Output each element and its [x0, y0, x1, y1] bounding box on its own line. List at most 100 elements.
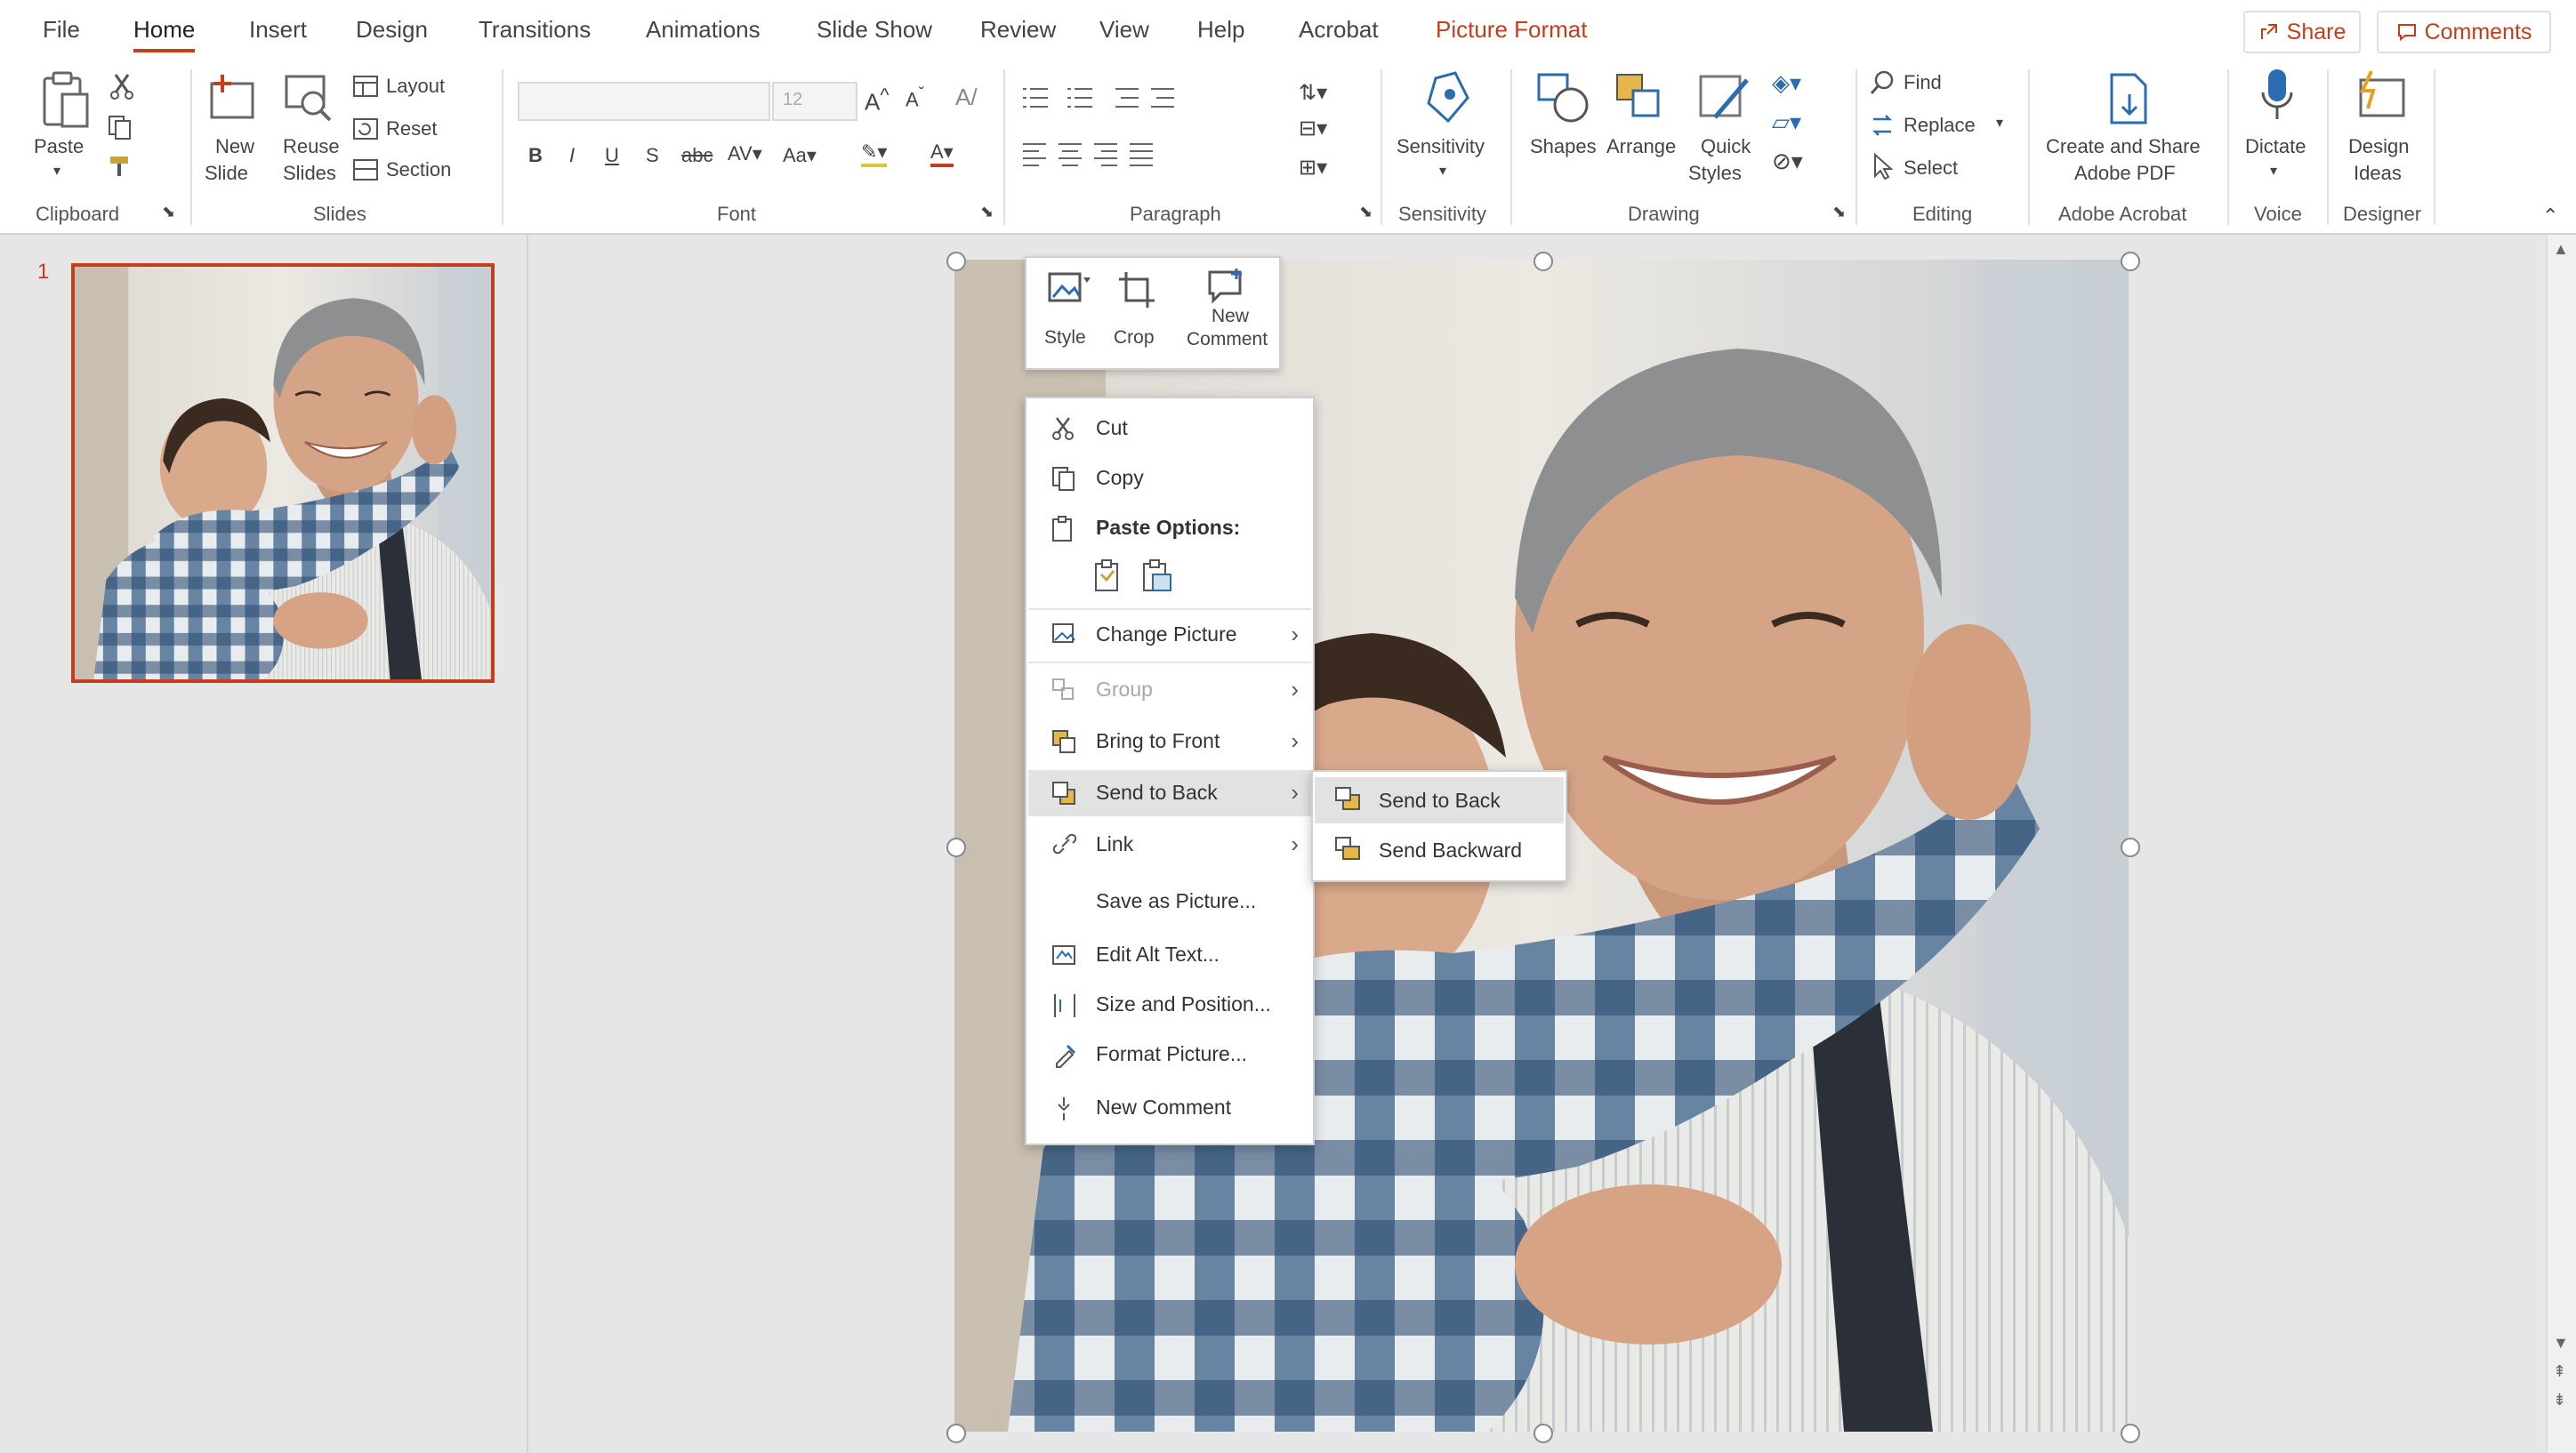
character-spacing-icon[interactable]: AV▾	[728, 142, 762, 165]
crop-button[interactable]: Crop	[1112, 270, 1169, 359]
drawing-launcher-icon[interactable]: ⬊	[1832, 203, 1846, 221]
format-painter-icon[interactable]	[107, 153, 135, 180]
menu-item-cut[interactable]: Cut	[1028, 405, 1311, 452]
strikethrough-icon[interactable]: abc	[681, 144, 712, 167]
scroll-up-icon[interactable]: ▲	[2553, 240, 2569, 259]
menu-item-change-picture[interactable]: Change Picture ›	[1028, 612, 1311, 658]
font-size-combobox[interactable]: 12	[772, 82, 857, 121]
increase-font-icon[interactable]: A^	[865, 84, 890, 116]
resize-handle-top-right[interactable]	[2121, 252, 2140, 271]
slide-thumbnail[interactable]	[71, 263, 495, 683]
resize-handle-left[interactable]	[946, 838, 966, 857]
microphone-icon[interactable]	[2258, 66, 2297, 126]
tab-file[interactable]: File	[43, 16, 80, 44]
ribbon-divider	[2434, 69, 2435, 225]
menu-item-send-to-back[interactable]: Send to Back ›	[1028, 770, 1311, 816]
menu-item-new-comment[interactable]: New Comment	[1028, 1085, 1311, 1131]
resize-handle-top-left[interactable]	[946, 252, 966, 271]
smartart-icon[interactable]: ⊞▾	[1299, 155, 1327, 181]
new-comment-button[interactable]: New Comment	[1179, 267, 1272, 359]
tab-help[interactable]: Help	[1197, 16, 1244, 44]
clear-formatting-icon[interactable]: A/	[955, 84, 978, 111]
menu-item-link[interactable]: Link ›	[1028, 822, 1311, 868]
align-text-icon[interactable]: ⊟▾	[1299, 116, 1327, 141]
bold-icon[interactable]: B	[528, 144, 543, 167]
reset-button[interactable]: Reset	[386, 117, 437, 140]
shadow-icon[interactable]: S	[646, 144, 659, 167]
design-ideas-icon[interactable]	[2352, 68, 2411, 123]
highlight-icon[interactable]: ✎▾	[861, 140, 888, 167]
submenu-item-send-backward[interactable]: Send Backward	[1315, 827, 1564, 873]
select-icon	[1874, 153, 1894, 180]
style-button[interactable]: Style	[1044, 270, 1101, 359]
italic-icon[interactable]: I	[569, 144, 575, 167]
comments-button[interactable]: Comments	[2377, 11, 2551, 53]
font-color-icon[interactable]: A▾	[930, 140, 954, 167]
tab-animations[interactable]: Animations	[646, 16, 761, 44]
shape-fill-icon[interactable]: ◈▾	[1772, 69, 1801, 97]
alignment-icons[interactable]	[1019, 140, 1171, 167]
quick-styles-icon[interactable]	[1697, 71, 1752, 126]
resize-handle-right[interactable]	[2121, 838, 2140, 857]
new-slide-icon[interactable]	[206, 71, 260, 124]
resize-handle-bottom-left[interactable]	[946, 1424, 966, 1443]
create-pdf-icon[interactable]	[2105, 71, 2153, 126]
share-button[interactable]: Share	[2243, 11, 2361, 53]
vertical-scrollbar[interactable]: ▲ ▼ ⇞ ⇟	[2546, 235, 2576, 1453]
tab-insert[interactable]: Insert	[249, 16, 307, 44]
submenu-item-send-to-back[interactable]: Send to Back	[1315, 777, 1564, 823]
dictate-dropdown-icon[interactable]: ▾	[2270, 158, 2277, 184]
sensitivity-dropdown-icon[interactable]: ▾	[1439, 158, 1446, 184]
layout-button[interactable]: Layout	[386, 75, 445, 98]
tab-design[interactable]: Design	[356, 16, 428, 44]
arrange-icon[interactable]	[1614, 71, 1665, 126]
tab-acrobat[interactable]: Acrobat	[1299, 16, 1379, 44]
list-controls-icon[interactable]	[1019, 82, 1197, 114]
decrease-font-icon[interactable]: Aˇ	[906, 84, 924, 111]
font-name-combobox[interactable]	[518, 82, 770, 121]
tab-transitions[interactable]: Transitions	[479, 16, 591, 44]
menu-item-format-picture[interactable]: Format Picture...	[1028, 1032, 1311, 1078]
menu-item-copy[interactable]: Copy	[1028, 455, 1311, 502]
shape-effects-icon[interactable]: ⊘▾	[1772, 148, 1803, 175]
next-slide-icon[interactable]: ⇟	[2553, 1391, 2566, 1409]
font-launcher-icon[interactable]: ⬊	[980, 203, 994, 221]
replace-dropdown-icon[interactable]: ▾	[1996, 114, 2003, 132]
tab-home[interactable]: Home	[133, 16, 196, 52]
menu-separator	[1028, 608, 1311, 610]
tab-slide-show[interactable]: Slide Show	[817, 16, 932, 44]
tab-view[interactable]: View	[1099, 16, 1149, 44]
previous-slide-icon[interactable]: ⇞	[2553, 1362, 2566, 1381]
tab-picture-format[interactable]: Picture Format	[1436, 16, 1588, 44]
menu-item-bring-to-front[interactable]: Bring to Front ›	[1028, 718, 1311, 765]
underline-icon[interactable]: U	[605, 144, 619, 167]
menu-item-save-as-picture[interactable]: Save as Picture...	[1028, 879, 1311, 925]
paste-icon[interactable]	[39, 71, 93, 132]
replace-button[interactable]: Replace	[1904, 114, 1976, 137]
resize-handle-top[interactable]	[1534, 252, 1553, 271]
reuse-slides-icon[interactable]	[283, 73, 336, 124]
cut-icon[interactable]	[109, 73, 135, 100]
copy-icon[interactable]	[107, 114, 137, 140]
find-button[interactable]: Find	[1904, 71, 1942, 94]
resize-handle-bottom-right[interactable]	[2121, 1424, 2140, 1443]
ribbon-divider	[2028, 69, 2030, 225]
shapes-icon[interactable]	[1535, 71, 1592, 126]
shape-outline-icon[interactable]: ▱▾	[1772, 108, 1801, 136]
section-button[interactable]: Section	[386, 158, 451, 181]
menu-item-size-and-position[interactable]: Size and Position...	[1028, 982, 1311, 1028]
change-case-icon[interactable]: Aa▾	[783, 144, 817, 167]
text-direction-icon[interactable]: ⇅▾	[1299, 80, 1327, 106]
select-button[interactable]: Select	[1904, 157, 1958, 180]
sensitivity-icon[interactable]	[1423, 69, 1473, 124]
paste-dropdown-icon[interactable]: ▾	[53, 158, 60, 184]
clipboard-launcher-icon[interactable]: ⬊	[162, 203, 175, 221]
resize-handle-bottom[interactable]	[1534, 1424, 1553, 1443]
tab-review[interactable]: Review	[980, 16, 1056, 44]
paragraph-launcher-icon[interactable]: ⬊	[1359, 203, 1373, 221]
scroll-down-icon[interactable]: ▼	[2553, 1334, 2569, 1353]
paste-keep-formatting-icon[interactable]	[1094, 558, 1121, 594]
paste-as-picture-icon[interactable]	[1142, 558, 1172, 594]
menu-item-edit-alt-text[interactable]: Edit Alt Text...	[1028, 932, 1311, 978]
collapse-ribbon-icon[interactable]: ⌃	[2542, 205, 2558, 228]
